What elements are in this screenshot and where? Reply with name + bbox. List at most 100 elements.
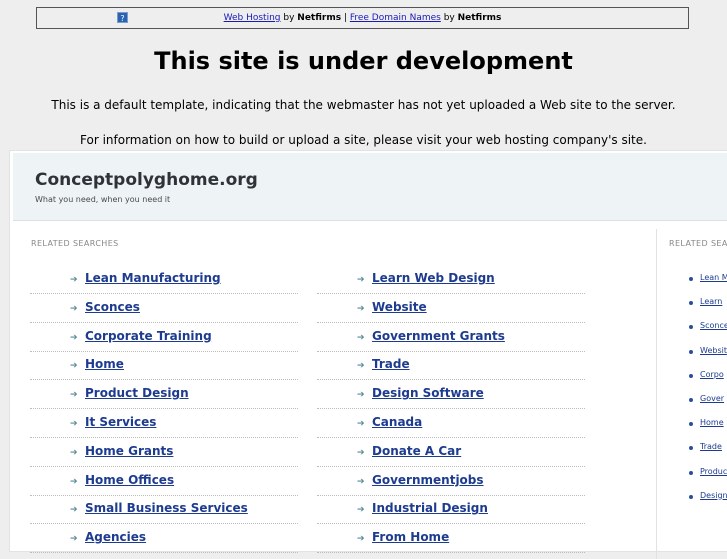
list-item: ➔ It Services (30, 410, 298, 438)
arrow-right-icon: ➔ (357, 332, 365, 343)
related-search-link[interactable]: Agencies (85, 530, 146, 544)
related-search-link[interactable]: Lean M (700, 273, 727, 282)
arrow-right-icon: ➔ (357, 361, 365, 372)
list-item: Trade (689, 442, 727, 466)
arrow-right-icon: ➔ (70, 275, 78, 285)
list-item: Home (689, 418, 727, 442)
related-search-link[interactable]: Canada (372, 415, 422, 429)
bullet-icon (689, 349, 693, 354)
related-search-link[interactable]: Small Business Services (85, 501, 248, 515)
list-item: ➔ Government Grants (317, 324, 585, 352)
banner-brand: Netfirms (297, 13, 342, 23)
arrow-right-icon: ➔ (70, 361, 78, 372)
related-search-link[interactable]: Governmentjobs (372, 473, 484, 487)
arrow-right-icon: ➔ (357, 303, 365, 314)
related-search-link[interactable]: Produc (700, 467, 727, 476)
related-search-link[interactable]: Lean Manufacturing (85, 271, 221, 285)
arrow-right-icon: ➔ (357, 476, 365, 487)
bullet-icon (689, 301, 693, 306)
related-list-side: Lean M Learn Sconce Websit Corpo Gover Home Tra… (689, 273, 727, 515)
question-icon[interactable]: ? (117, 12, 128, 23)
related-search-link[interactable]: Product Design (85, 386, 189, 400)
list-item: ➔ Website (317, 295, 585, 323)
related-search-link[interactable]: Learn Web Design (372, 271, 495, 285)
bullet-icon (689, 397, 693, 402)
related-search-link[interactable]: Design (700, 491, 727, 500)
list-item: ➔ Sconces (30, 295, 298, 323)
list-item: Gover (689, 394, 727, 418)
related-search-link[interactable]: Trade (372, 357, 410, 371)
bullet-icon (689, 446, 693, 451)
list-item: Learn (689, 297, 727, 321)
list-item: Sconce (689, 321, 727, 345)
related-search-link[interactable]: Sconces (85, 300, 140, 314)
related-search-link[interactable]: Home (85, 357, 124, 371)
related-search-link[interactable]: Home Grants (85, 444, 173, 458)
related-search-link[interactable]: Design Software (372, 386, 484, 400)
related-list-left: ➔ Lean Manufacturing ➔ Sconces ➔ Corporate Tr… (30, 266, 298, 554)
related-search-link[interactable]: Industrial Design (372, 501, 488, 515)
arrow-right-icon: ➔ (357, 418, 365, 429)
banner-separator: | (341, 13, 350, 23)
list-item: ➔ Small Business Services (30, 496, 298, 525)
related-searches-label: RELATED SEARCHES (31, 239, 119, 248)
list-item: ➔ Donate A Car (317, 439, 585, 467)
arrow-right-icon: ➔ (357, 390, 365, 401)
related-search-link[interactable]: Gover (700, 394, 724, 403)
bullet-icon (689, 470, 693, 475)
bullet-icon (689, 494, 693, 499)
arrow-right-icon: ➔ (70, 505, 78, 516)
list-item: Websit (689, 346, 727, 370)
related-search-link[interactable]: Home Offices (85, 473, 174, 487)
related-search-link[interactable]: Donate A Car (372, 444, 461, 458)
list-item: ➔ Product Design (30, 381, 298, 410)
parked-domain-panel: Conceptpolyghome.org What you need, when… (9, 150, 727, 559)
related-search-link[interactable]: Websit (700, 346, 727, 355)
related-search-link[interactable]: Corpo (700, 370, 724, 379)
arrow-right-icon: ➔ (357, 505, 365, 516)
related-search-link[interactable]: Sconce (700, 321, 727, 330)
site-header: Conceptpolyghome.org What you need, when… (13, 153, 727, 221)
arrow-right-icon: ➔ (70, 534, 78, 545)
free-domain-link[interactable]: Free Domain Names (350, 13, 441, 23)
notice-line: For information on how to build or uploa… (80, 133, 647, 147)
column-divider (656, 229, 657, 559)
list-item: ➔ Agencies (30, 525, 298, 554)
site-name[interactable]: Conceptpolyghome.org (35, 170, 258, 190)
arrow-right-icon: ➔ (70, 418, 78, 429)
arrow-right-icon: ➔ (357, 275, 365, 285)
list-item: ➔ Home Grants (30, 439, 298, 467)
list-item: Design (689, 491, 727, 515)
web-hosting-link[interactable]: Web Hosting (224, 13, 281, 23)
bullet-icon (689, 422, 693, 427)
list-item: ➔ Home (30, 352, 298, 381)
notice-line: This is a default template, indicating t… (51, 98, 676, 112)
top-banner: ? Web Hosting by Netfirms | Free Domain … (36, 7, 689, 29)
list-item: Lean M (689, 273, 727, 297)
bullet-icon (689, 373, 693, 378)
related-search-link[interactable]: Website (372, 300, 427, 314)
related-search-link[interactable]: Corporate Training (85, 329, 212, 343)
arrow-right-icon: ➔ (357, 447, 365, 458)
related-search-link[interactable]: Government Grants (372, 329, 505, 343)
list-item: ➔ Canada (317, 410, 585, 438)
list-item: ➔ Learn Web Design (317, 266, 585, 294)
related-searches-label: RELATED SEA (669, 239, 727, 248)
related-search-link[interactable]: Home (700, 418, 724, 427)
related-search-link[interactable]: Trade (700, 442, 722, 451)
banner-by: by (280, 13, 298, 23)
related-list-right: ➔ Learn Web Design ➔ Website ➔ Government Gra… (317, 266, 585, 554)
arrow-right-icon: ➔ (70, 447, 78, 458)
list-item: ➔ Home Offices (30, 468, 298, 496)
list-item: ➔ Design Software (317, 381, 585, 410)
related-search-link[interactable]: Learn (700, 297, 722, 306)
page-title: This site is under development (154, 47, 573, 75)
arrow-right-icon: ➔ (70, 303, 78, 314)
arrow-right-icon: ➔ (70, 390, 78, 401)
related-search-link[interactable]: From Home (372, 530, 449, 544)
list-item: Corpo (689, 370, 727, 394)
list-item: Produc (689, 467, 727, 491)
related-search-link[interactable]: It Services (85, 415, 156, 429)
banner-by: by (440, 13, 458, 23)
list-item: ➔ Lean Manufacturing (30, 266, 298, 294)
